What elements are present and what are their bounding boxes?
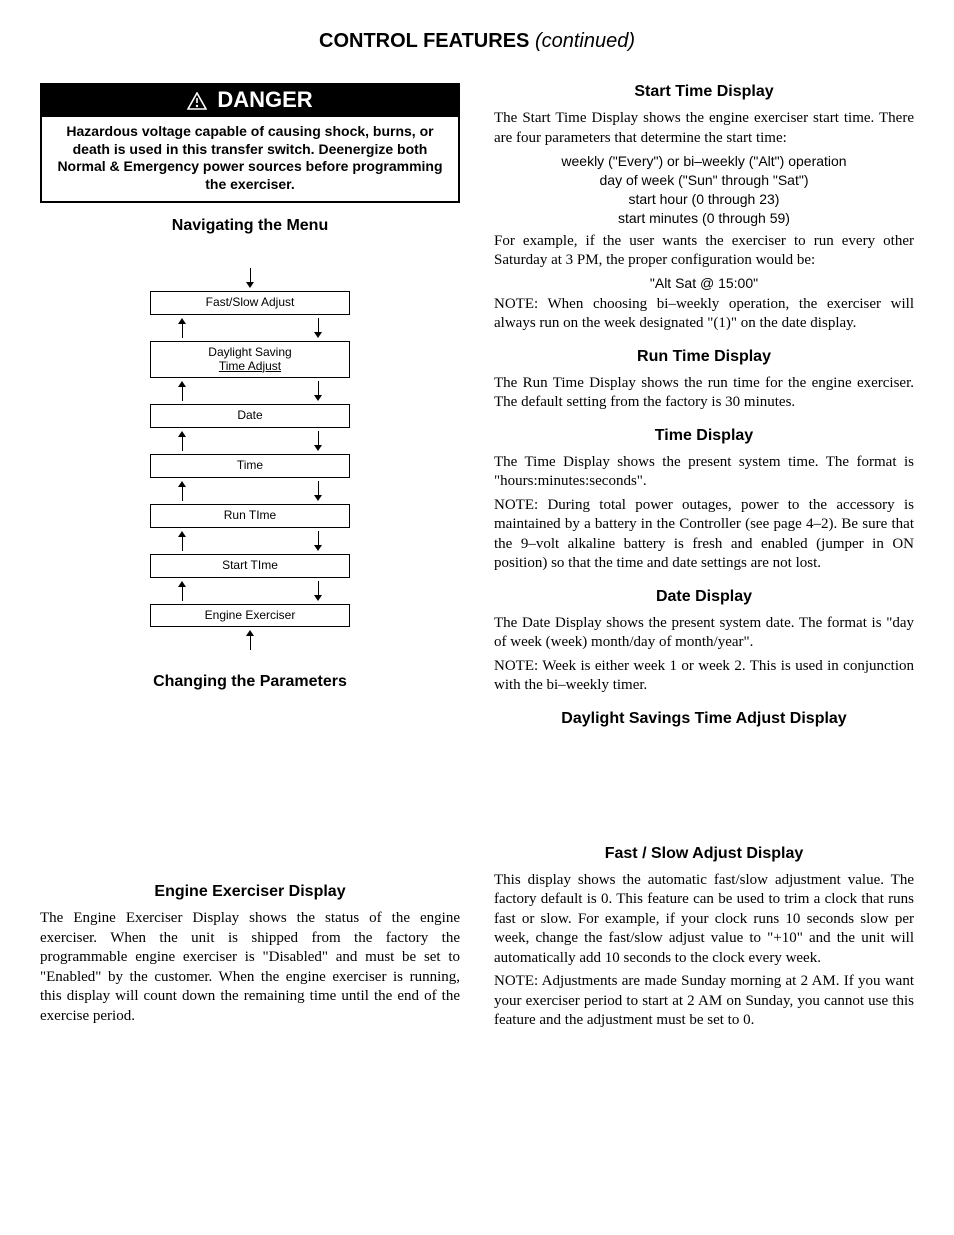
- heading-engine-exerciser: Engine Exerciser Display: [40, 883, 460, 901]
- flow-box-engine-exerciser: Engine Exerciser: [150, 604, 350, 628]
- flow-box-run-time: Run TIme: [150, 504, 350, 528]
- page-title-main: CONTROL FEATURES: [319, 30, 529, 52]
- heading-fast-slow: Fast / Slow Adjust Display: [494, 845, 914, 863]
- heading-date-display: Date Display: [494, 588, 914, 606]
- paragraph-start-note: NOTE: When choosing bi–weekly operation,…: [494, 295, 914, 334]
- paragraph-time-body: The Time Display shows the present syste…: [494, 453, 914, 492]
- heading-start-time: Start Time Display: [494, 83, 914, 101]
- heading-navigating-menu: Navigating the Menu: [40, 217, 460, 235]
- heading-dst-display: Daylight Savings Time Adjust Display: [494, 710, 914, 728]
- start-example: "Alt Sat @ 15:00": [494, 275, 914, 291]
- danger-heading-text: DANGER: [217, 87, 312, 113]
- start-param-1: weekly ("Every") or bi–weekly ("Alt") op…: [494, 152, 914, 171]
- start-param-2: day of week ("Sun" through "Sat"): [494, 171, 914, 190]
- heading-run-time: Run Time Display: [494, 348, 914, 366]
- paragraph-time-note: NOTE: During total power outages, power …: [494, 496, 914, 574]
- paragraph-start-example-intro: For example, if the user wants the exerc…: [494, 232, 914, 271]
- paragraph-start-intro: The Start Time Display shows the engine …: [494, 109, 914, 148]
- start-param-4: start minutes (0 through 59): [494, 209, 914, 228]
- start-param-list: weekly ("Every") or bi–weekly ("Alt") op…: [494, 152, 914, 228]
- warning-icon: [187, 87, 207, 113]
- danger-body: Hazardous voltage capable of causing sho…: [42, 117, 458, 201]
- start-param-3: start hour (0 through 23): [494, 190, 914, 209]
- paragraph-run-time: The Run Time Display shows the run time …: [494, 374, 914, 413]
- paragraph-engine-exerciser: The Engine Exerciser Display shows the s…: [40, 909, 460, 1026]
- danger-header: DANGER: [42, 85, 458, 117]
- page-title-continued: (continued): [535, 30, 635, 52]
- menu-flowchart: Fast/Slow Adjust Daylight Saving Time Ad…: [150, 265, 350, 653]
- flow-box-dst: Daylight Saving Time Adjust: [150, 341, 350, 379]
- paragraph-fast-slow-note: NOTE: Adjustments are made Sunday mornin…: [494, 972, 914, 1031]
- paragraph-fast-slow-body: This display shows the automatic fast/sl…: [494, 871, 914, 969]
- page-title: CONTROL FEATURES (continued): [40, 30, 914, 53]
- heading-changing-parameters: Changing the Parameters: [40, 673, 460, 691]
- flow-box-fast-slow: Fast/Slow Adjust: [150, 291, 350, 315]
- paragraph-date-note: NOTE: Week is either week 1 or week 2. T…: [494, 657, 914, 696]
- paragraph-date-body: The Date Display shows the present syste…: [494, 614, 914, 653]
- heading-time-display: Time Display: [494, 427, 914, 445]
- right-column: Start Time Display The Start Time Displa…: [494, 83, 914, 1035]
- flow-box-start-time: Start TIme: [150, 554, 350, 578]
- left-column: DANGER Hazardous voltage capable of caus…: [40, 83, 460, 1035]
- flow-box-date: Date: [150, 404, 350, 428]
- danger-box: DANGER Hazardous voltage capable of caus…: [40, 83, 460, 203]
- flow-box-time: Time: [150, 454, 350, 478]
